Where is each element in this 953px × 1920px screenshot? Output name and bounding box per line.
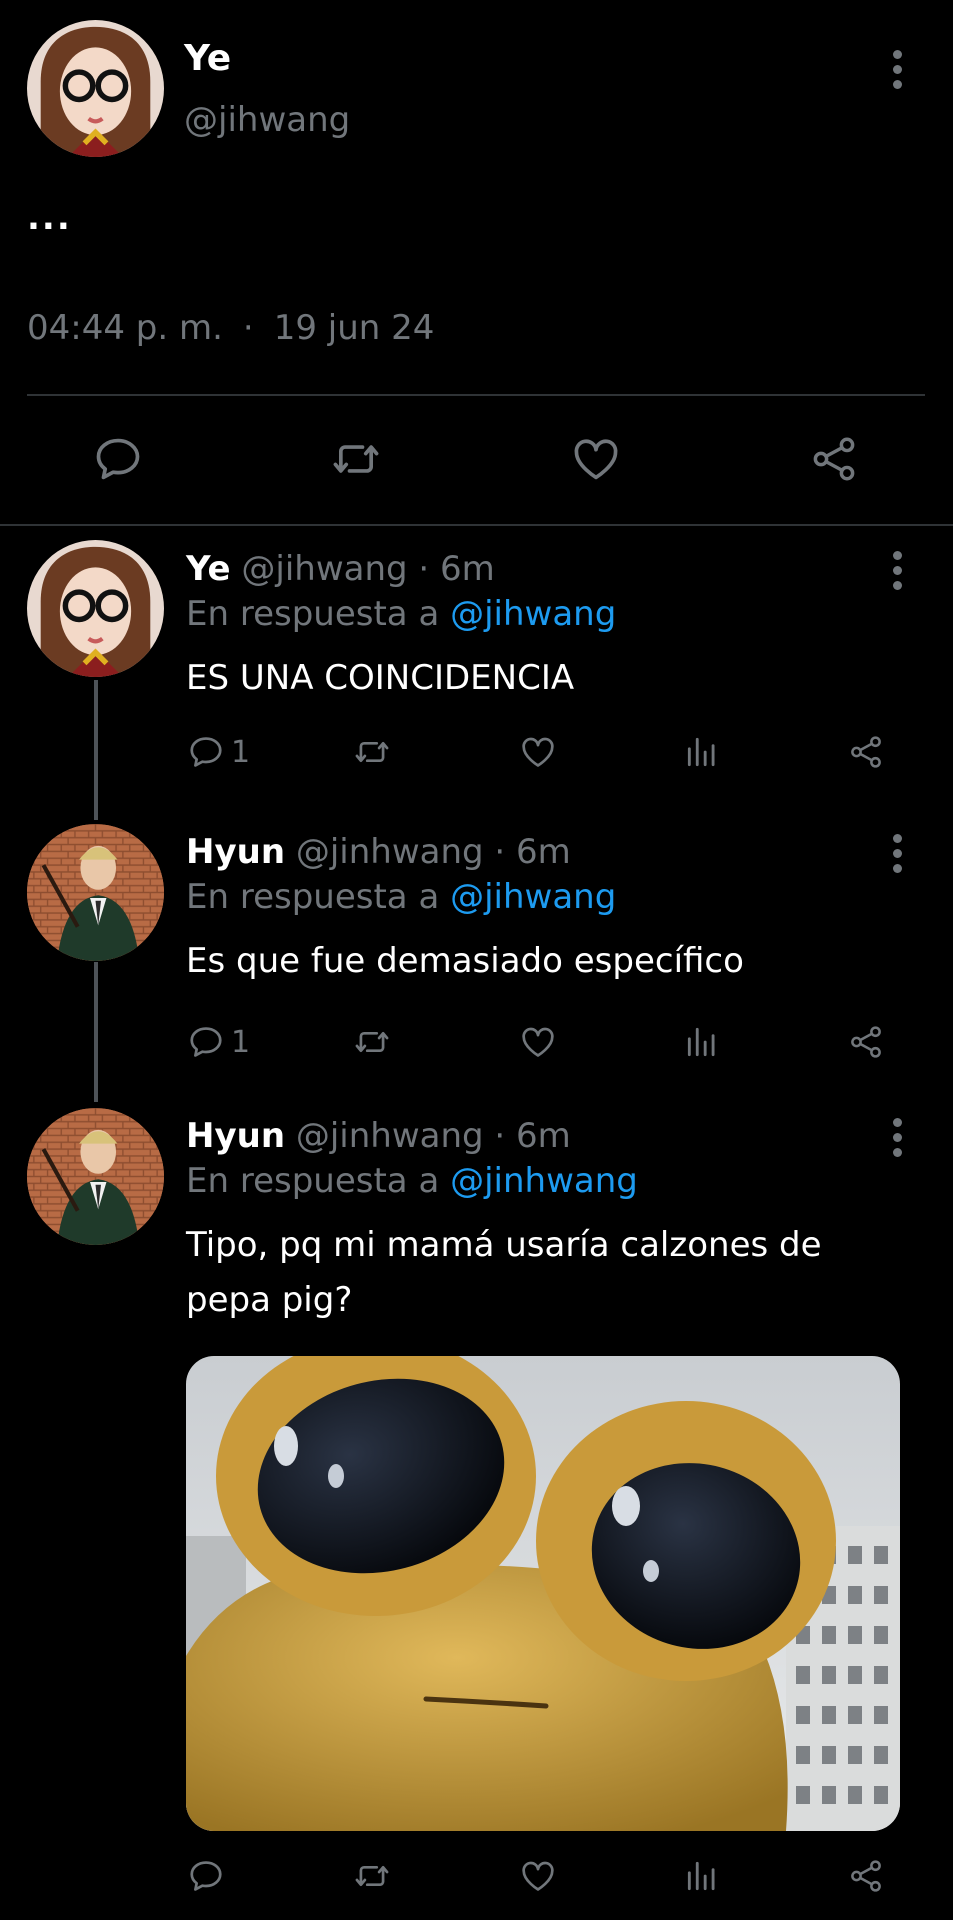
reply-to-link[interactable]: @jihwang [450,877,616,917]
main-more-icon[interactable] [891,50,903,95]
main-avatar[interactable] [27,20,164,157]
reply-handle[interactable]: @jinhwang [296,832,484,872]
reply-age: · 6m [418,549,495,589]
reply-handle[interactable]: @jihwang [241,549,407,589]
views-button[interactable] [683,1023,721,1061]
reply-avatar[interactable] [27,1108,164,1245]
main-time: 04:44 p. m. [27,308,223,348]
reply-header: Hyun @jinhwang · 6m [186,832,571,872]
reply-context: En respuesta a @jihwang [186,877,616,917]
reply-button[interactable] [187,1857,231,1895]
reply-avatar[interactable] [27,540,164,677]
like-button[interactable] [518,1857,558,1895]
reply-prefix: En respuesta a [186,594,440,634]
views-button[interactable] [683,1857,721,1895]
reply-to-link[interactable]: @jihwang [450,594,616,634]
like-button[interactable] [518,733,558,771]
reply-age: · 6m [494,1116,571,1156]
thread-line [94,680,98,820]
reply-button[interactable]: 1 [187,1023,250,1061]
reply-count: 1 [231,734,251,770]
reply-header: Hyun @jinhwang · 6m [186,1116,571,1156]
main-separator: · [242,308,254,348]
like-button[interactable] [518,1023,558,1061]
reply-more-icon[interactable] [891,1118,903,1163]
reply-context: En respuesta a @jinhwang [186,1161,638,1201]
reply-display-name[interactable]: Ye [186,549,231,589]
reply-context: En respuesta a @jihwang [186,594,616,634]
main-timestamp-row: 04:44 p. m. · 19 jun 24 [27,308,434,348]
reply-avatar[interactable] [27,824,164,961]
reply-prefix: En respuesta a [186,877,440,917]
reply-more-icon[interactable] [891,834,903,879]
main-share-icon[interactable] [808,433,860,485]
retweet-button[interactable] [350,1023,394,1061]
main-tweet-text: ... [27,198,72,238]
main-like-icon[interactable] [570,433,622,485]
main-reply-icon[interactable] [92,433,144,485]
share-button[interactable] [847,733,885,771]
share-button[interactable] [847,1857,885,1895]
main-date: 19 jun 24 [273,308,435,348]
section-divider [0,524,953,526]
retweet-button[interactable] [350,1857,394,1895]
reply-display-name[interactable]: Hyun [186,1116,285,1156]
retweet-button[interactable] [350,733,394,771]
reply-prefix: En respuesta a [186,1161,440,1201]
main-retweet-icon[interactable] [330,433,382,485]
views-button[interactable] [683,733,721,771]
reply-text-line1: Tipo, pq mi mamá usaría calzones de [186,1225,822,1265]
reply-age: · 6m [494,832,571,872]
reply-header: Ye @jihwang · 6m [186,549,495,589]
reply-handle[interactable]: @jinhwang [296,1116,484,1156]
reply-text: ES UNA COINCIDENCIA [186,658,575,698]
share-button[interactable] [847,1023,885,1061]
reply-to-link[interactable]: @jinhwang [450,1161,638,1201]
reply-count: 1 [231,1024,251,1060]
reply-more-icon[interactable] [891,551,903,596]
reply-text-line2: pepa pig? [186,1280,353,1320]
reply-text: Es que fue demasiado específico [186,941,744,981]
thread-line [94,962,98,1102]
reply-button[interactable]: 1 [187,733,250,771]
main-divider [27,394,925,396]
main-display-name[interactable]: Ye [184,38,231,79]
attached-image[interactable] [186,1356,900,1831]
main-handle[interactable]: @jihwang [184,100,350,140]
reply-display-name[interactable]: Hyun [186,832,285,872]
